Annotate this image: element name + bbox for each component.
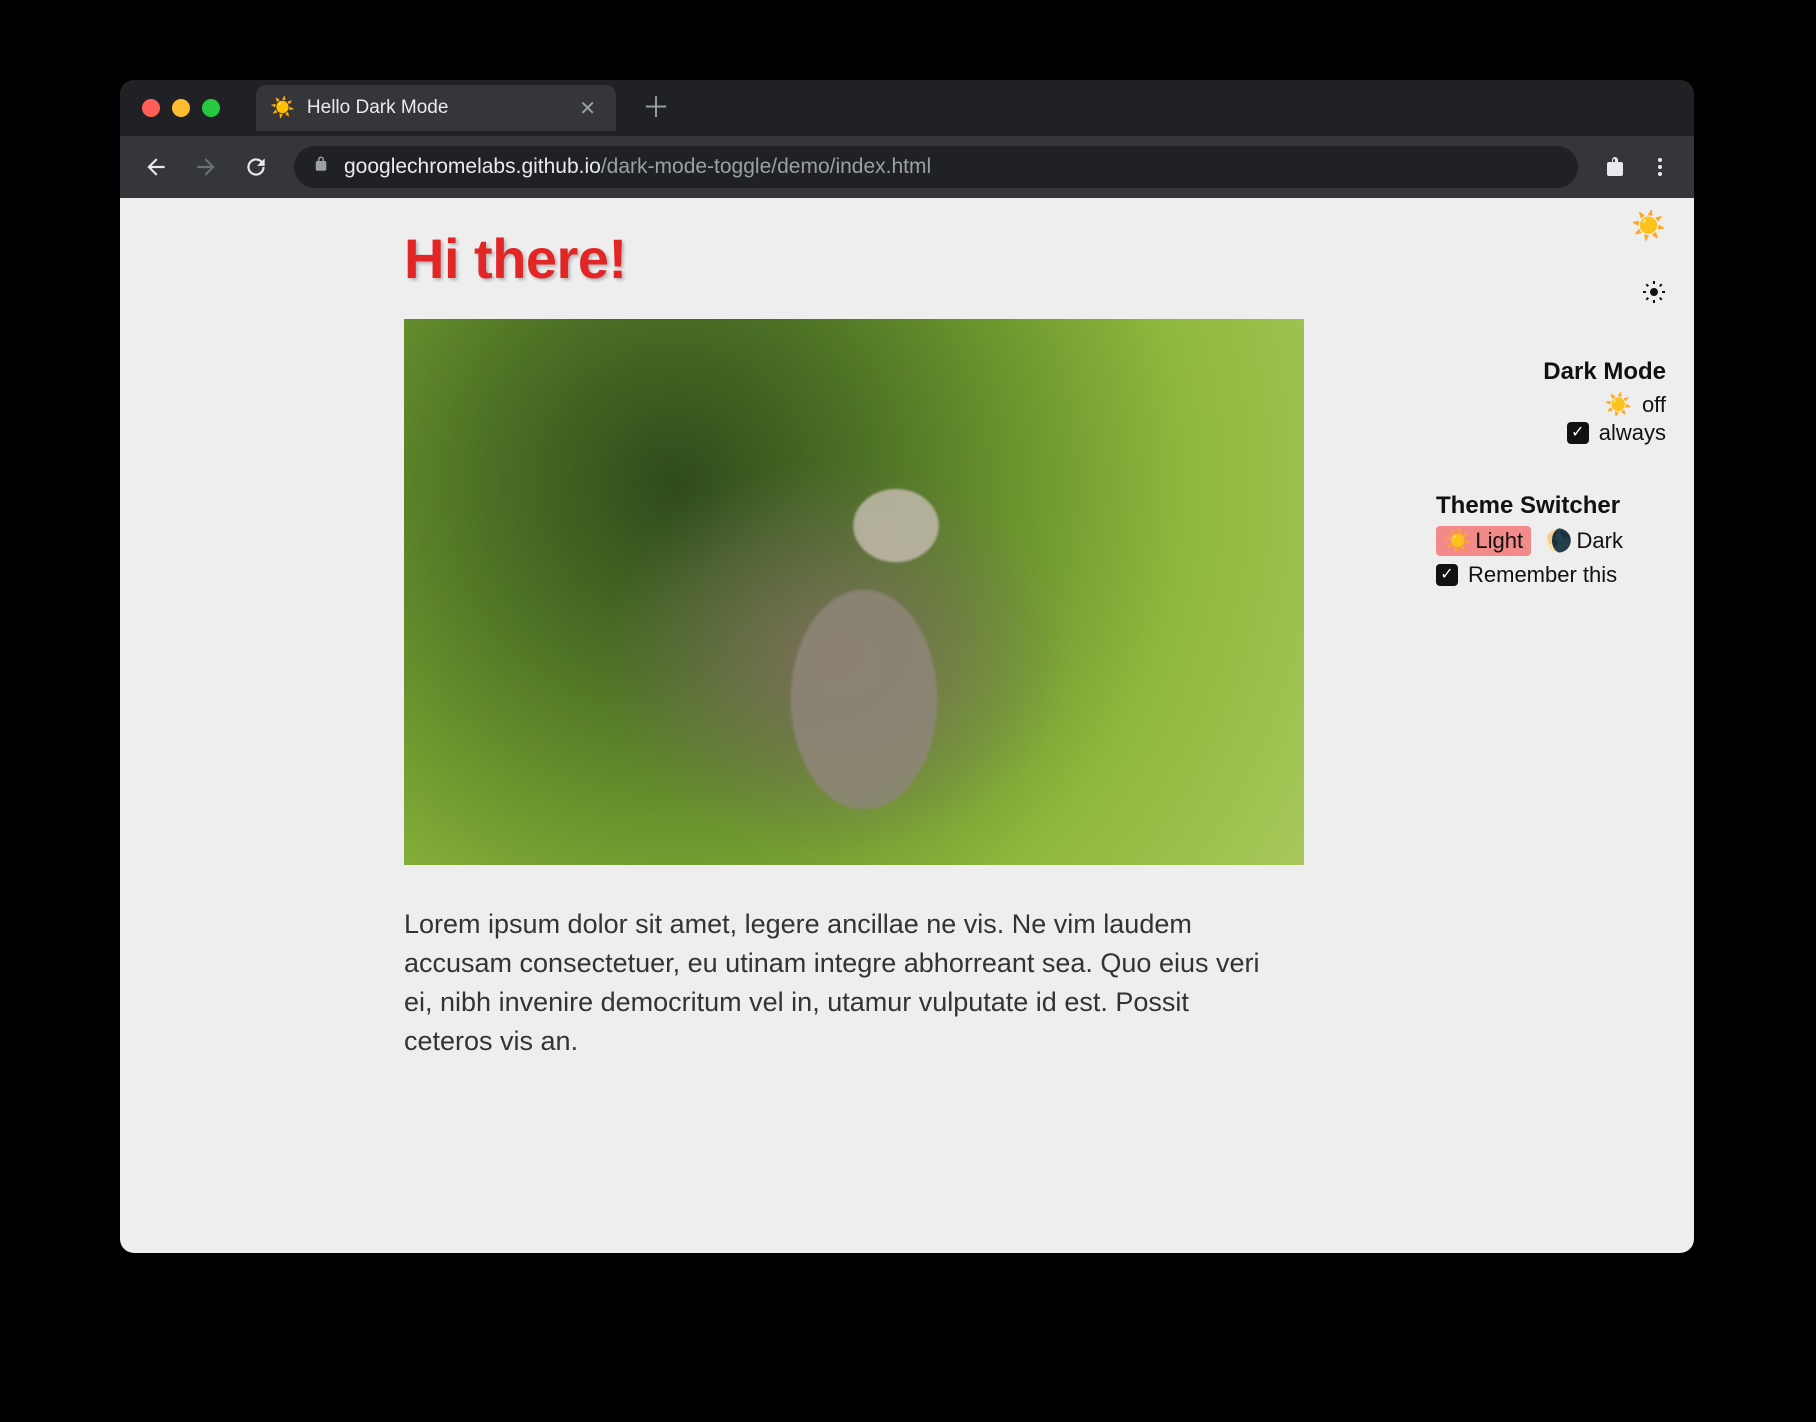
address-bar[interactable]: googlechromelabs.github.io/dark-mode-tog… [294,146,1578,188]
reload-button[interactable] [234,145,278,189]
dark-mode-always-row: ✓ always [1436,420,1666,446]
window-controls [142,99,220,117]
theme-option-dark[interactable]: 🌘 Dark [1537,526,1631,556]
url-text: googlechromelabs.github.io/dark-mode-tog… [344,155,931,179]
tab-favicon-sun-icon: ☀️ [270,98,295,118]
browser-toolbar: googlechromelabs.github.io/dark-mode-tog… [120,136,1694,198]
page-viewport: Hi there! Lorem ipsum dolor sit amet, le… [120,198,1694,1253]
page-heading: Hi there! [404,226,1304,291]
theme-switcher-title: Theme Switcher [1436,492,1666,520]
theme-remember-row: ✓ Remember this [1436,562,1666,588]
browser-tab[interactable]: ☀️ Hello Dark Mode ✕ [256,85,616,131]
theme-option-dark-label: Dark [1577,528,1623,554]
tab-strip: ☀️ Hello Dark Mode ✕ ＋ [120,80,1694,136]
lock-icon [312,155,330,179]
theme-brightness-toggle-icon[interactable] [1642,280,1666,304]
dark-mode-state-row: ☀️ off [1436,392,1666,418]
sun-icon: ☀️ [1605,392,1632,418]
hero-image-cat [404,319,1304,865]
dark-mode-always-label: always [1599,420,1666,446]
reload-icon [243,154,269,180]
browser-menu-button[interactable] [1640,147,1680,187]
extensions-shopping-icon[interactable] [1594,147,1634,187]
theme-switcher-panel: Theme Switcher ☀️ Light 🌘 Dark ✓ Remembe… [1436,492,1666,588]
theme-sun-toggle-icon[interactable]: ☀️ [1631,212,1666,240]
tab-close-button[interactable]: ✕ [573,96,602,121]
theme-option-light-label: Light [1475,528,1523,554]
window-zoom-button[interactable] [202,99,220,117]
arrow-left-icon [143,154,169,180]
dark-mode-panel: Dark Mode ☀️ off ✓ always [1436,358,1666,448]
dark-mode-title: Dark Mode [1436,358,1666,386]
body-paragraph: Lorem ipsum dolor sit amet, legere ancil… [404,905,1284,1062]
url-host: googlechromelabs.github.io [344,155,601,178]
side-controls: ☀️ Dark Mode ☀️ off ✓ always Theme Switc… [1436,212,1666,588]
theme-remember-label: Remember this [1468,562,1617,588]
window-minimize-button[interactable] [172,99,190,117]
url-path: /dark-mode-toggle/demo/index.html [601,155,931,178]
new-tab-button[interactable]: ＋ [626,94,686,122]
page-content: Hi there! Lorem ipsum dolor sit amet, le… [404,226,1304,1062]
moon-icon: 🌘 [1545,528,1572,554]
theme-remember-checkbox[interactable]: ✓ [1436,564,1458,586]
theme-option-light[interactable]: ☀️ Light [1436,526,1531,556]
dark-mode-always-checkbox[interactable]: ✓ [1567,422,1589,444]
back-button[interactable] [134,145,178,189]
dark-mode-state-label: off [1642,392,1666,418]
theme-switcher-options: ☀️ Light 🌘 Dark [1436,526,1666,556]
forward-button[interactable] [184,145,228,189]
arrow-right-icon [193,154,219,180]
browser-window: ☀️ Hello Dark Mode ✕ ＋ googlechromelabs.… [120,80,1694,1253]
sun-icon: ☀️ [1444,528,1471,554]
window-close-button[interactable] [142,99,160,117]
tab-title: Hello Dark Mode [307,97,561,119]
kebab-menu-icon [1648,155,1672,179]
